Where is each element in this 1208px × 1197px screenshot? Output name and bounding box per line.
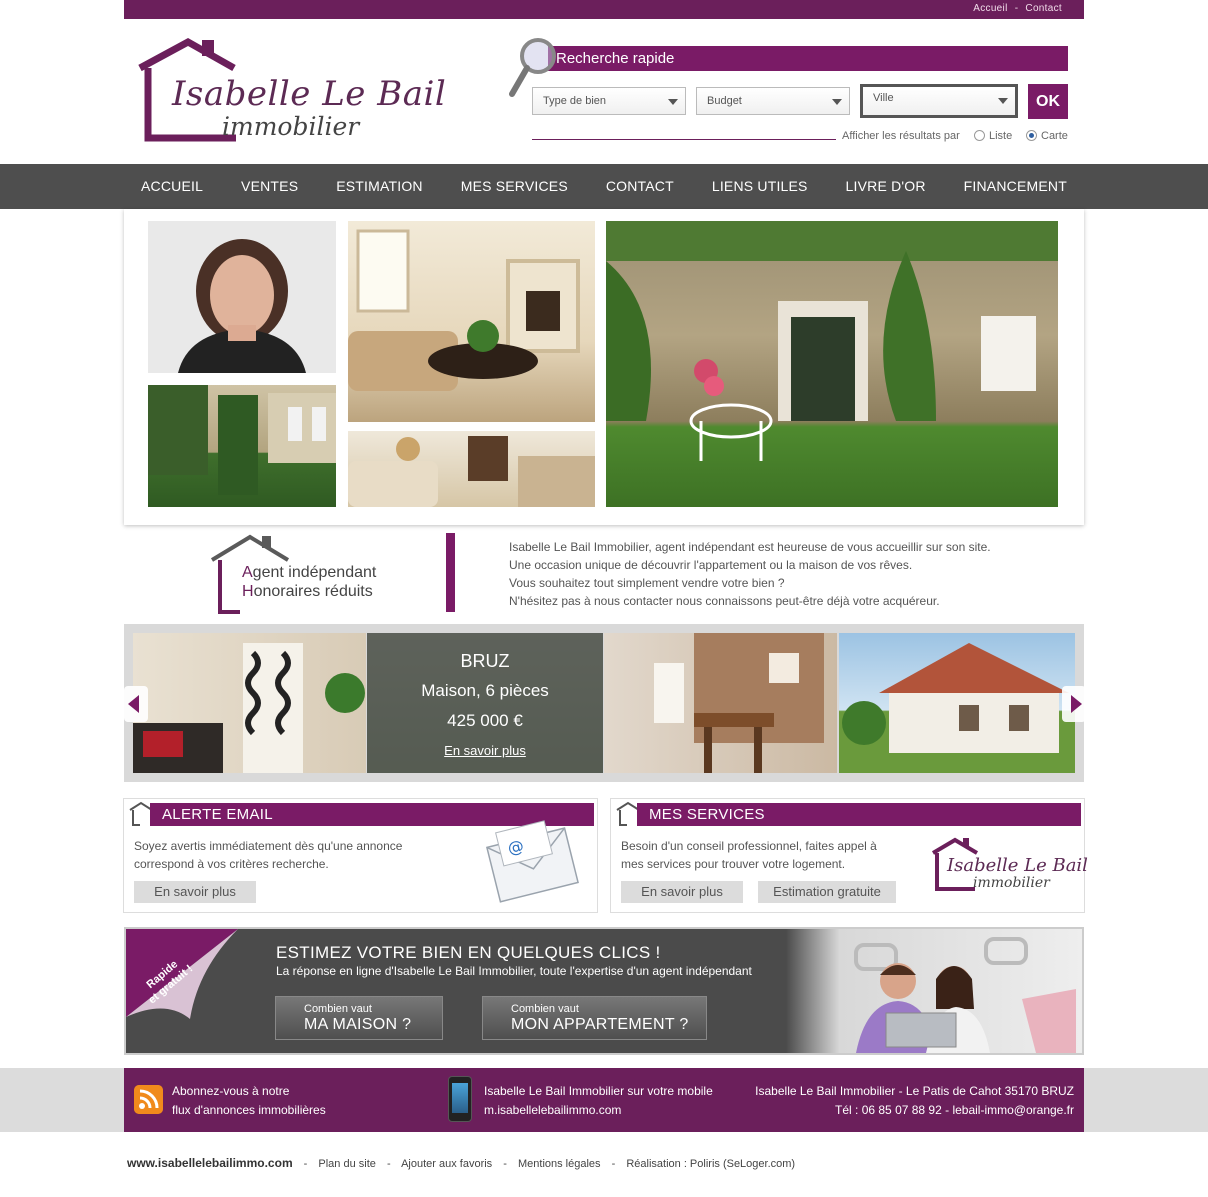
quick-search-title: Recherche rapide — [548, 46, 1068, 71]
intro-line: N'hésitez pas à nous contacter nous conn… — [509, 594, 940, 608]
mobile-site-text[interactable]: Isabelle Le Bail Immobilier sur votre mo… — [484, 1082, 713, 1120]
divider — [532, 139, 836, 140]
quick-search: Recherche rapide Type de bien Budget Vil… — [508, 36, 1078, 152]
site-logo[interactable]: Isabelle Le Bail immobilier — [136, 38, 446, 146]
page: Accueil - Contact Isabelle Le Bail immob… — [0, 0, 1208, 1197]
photo-gallery — [124, 209, 1084, 525]
banner-photo-couple — [786, 929, 1082, 1053]
services-box: MES SERVICES Besoin d'un conseil profess… — [610, 798, 1088, 913]
intro-line: Isabelle Le Bail Immobilier, agent indép… — [509, 540, 991, 554]
separator: - — [503, 1158, 507, 1170]
top-bar: Accueil - Contact — [124, 0, 1084, 19]
top-link-contact[interactable]: Contact — [1025, 3, 1062, 14]
intro-divider — [446, 533, 455, 612]
top-link-separator: - — [1014, 3, 1019, 14]
independent-agent-badge: Agent indépendant Honoraires réduits — [210, 534, 430, 616]
intro-text: Isabelle Le Bail Immobilier, agent indép… — [509, 538, 1069, 610]
featured-listing-overlay: BRUZ Maison, 6 pièces 425 000 € En savoi… — [367, 633, 603, 773]
listing-carousel — [124, 624, 1084, 782]
estimate-house-button[interactable]: Combien vaut MA MAISON ? — [275, 996, 443, 1040]
services-logo-sub: immobilier — [973, 875, 1050, 891]
rss-text[interactable]: Abonnez-vous à notre flux d'annonces imm… — [172, 1082, 326, 1120]
carousel-next-arrow-icon[interactable] — [1062, 686, 1086, 722]
site-url-link[interactable]: www.isabellelebailimmo.com — [127, 1156, 293, 1170]
legal-link[interactable]: Mentions légales — [518, 1158, 601, 1170]
listing-city: BRUZ — [460, 651, 510, 671]
radio-icon — [974, 130, 985, 141]
carousel-slide[interactable] — [133, 633, 366, 773]
email-alert-text: Soyez avertis immédiatement dès qu'une a… — [134, 839, 403, 871]
city-select[interactable]: Ville — [860, 84, 1018, 118]
nav-item-ventes[interactable]: Ventes — [241, 164, 298, 209]
radio-list[interactable]: Liste — [974, 130, 1012, 142]
listing-more-link[interactable]: En savoir plus — [367, 743, 603, 758]
nav-item-accueil[interactable]: Accueil — [141, 164, 203, 209]
logo-subtitle: immobilier — [222, 112, 360, 141]
radio-map[interactable]: Carte — [1026, 130, 1068, 142]
photo-manor-garden — [148, 385, 336, 507]
results-label: Afficher les résultats par — [842, 130, 960, 142]
nav-item-contact[interactable]: Contact — [606, 164, 674, 209]
separator: - — [303, 1158, 308, 1170]
banner-title: ESTIMEZ VOTRE BIEN EN QUELQUES CLICS ! — [276, 943, 661, 962]
banner-subtitle: La réponse en ligne d'Isabelle Le Bail I… — [276, 964, 752, 978]
email-alert-box: ALERTE EMAIL Soyez avertis immédiatement… — [123, 798, 598, 913]
carousel-slide[interactable] — [839, 633, 1075, 773]
search-ok-button[interactable]: OK — [1028, 84, 1068, 119]
free-estimate-button[interactable]: Estimation gratuite — [758, 881, 896, 903]
photo-stone-cottage — [606, 221, 1058, 507]
carousel-prev-arrow-icon[interactable] — [124, 686, 148, 722]
contact-info: Isabelle Le Bail Immobilier - Le Patis d… — [755, 1084, 1074, 1117]
services-logo: Isabelle Le Bail immobilier — [931, 837, 1088, 897]
favorites-link[interactable]: Ajouter aux favoris — [401, 1158, 492, 1170]
photo-living-room — [348, 221, 595, 422]
credit-link[interactable]: Réalisation : Poliris (SeLoger.com) — [626, 1158, 795, 1170]
top-links: Accueil - Contact — [973, 3, 1062, 14]
services-logo-name: Isabelle Le Bail — [947, 855, 1088, 876]
intro-line: Une occasion unique de découvrir l'appar… — [509, 558, 913, 572]
rss-icon[interactable] — [134, 1085, 163, 1114]
chevron-down-icon — [998, 98, 1008, 104]
separator: - — [611, 1158, 616, 1170]
listing-price: 425 000 € — [447, 711, 523, 730]
chevron-down-icon — [668, 99, 678, 105]
main-nav: Accueil Ventes Estimation Mes services C… — [0, 164, 1208, 209]
estimate-banner: Rapide et gratuit ! ESTIMEZ VOTRE BIEN E… — [124, 927, 1084, 1055]
photo-lounge — [348, 431, 595, 507]
carousel-slide[interactable] — [604, 633, 837, 773]
nav-item-services[interactable]: Mes services — [461, 164, 568, 209]
services-title: MES SERVICES — [637, 803, 1081, 826]
budget-select[interactable]: Budget — [696, 87, 850, 115]
chevron-down-icon — [832, 99, 842, 105]
smartphone-icon — [448, 1076, 472, 1122]
radio-checked-icon — [1026, 130, 1037, 141]
footer: Abonnez-vous à notre flux d'annonces imm… — [124, 1068, 1084, 1132]
sitemap-link[interactable]: Plan du site — [318, 1158, 375, 1170]
logo-name: Isabelle Le Bail — [172, 74, 447, 114]
nav-item-livre-or[interactable]: Livre d'or — [846, 164, 926, 209]
bottom-links: www.isabellelebailimmo.com - Plan du sit… — [127, 1156, 795, 1170]
services-text: Besoin d'un conseil professionnel, faite… — [621, 839, 877, 871]
services-more-button[interactable]: En savoir plus — [621, 881, 743, 903]
listing-type: Maison, 6 pièces — [421, 681, 549, 700]
nav-item-financement[interactable]: Financement — [964, 164, 1067, 209]
estimate-apartment-button[interactable]: Combien vaut MON APPARTEMENT ? — [482, 996, 707, 1040]
type-select[interactable]: Type de bien — [532, 87, 686, 115]
agent-portrait — [148, 221, 336, 373]
badge-line-2: Honoraires réduits — [242, 583, 373, 600]
separator: - — [386, 1158, 391, 1170]
envelope-icon: @ — [485, 820, 579, 903]
intro-line: Vous souhaitez tout simplement vendre vo… — [509, 576, 785, 590]
nav-item-liens[interactable]: Liens utiles — [712, 164, 808, 209]
top-link-home[interactable]: Accueil — [973, 3, 1007, 14]
email-alert-more-button[interactable]: En savoir plus — [134, 881, 256, 903]
nav-item-estimation[interactable]: Estimation — [336, 164, 423, 209]
badge-line-1: Agent indépendant — [242, 564, 377, 581]
